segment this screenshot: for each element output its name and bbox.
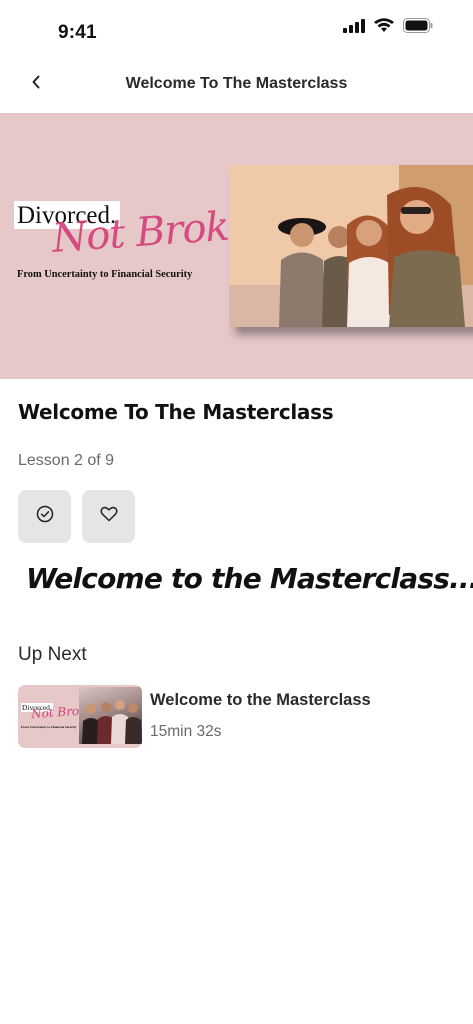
up-next-title: Welcome to the Masterclass [150,691,371,709]
battery-icon [403,18,433,38]
status-time: 9:41 [58,22,97,43]
signal-icon [343,18,365,38]
up-next-label: Up Next [18,644,87,665]
up-next-item[interactable]: Divorced. Not Broke From Uncertainty to … [18,685,458,749]
status-icons [343,18,433,38]
brand-tagline: From Uncertainty to Financial Security [17,269,193,280]
status-bar: 9:41 [0,0,473,60]
lesson-title: Welcome To The Masterclass [18,400,334,424]
thumb-photo [79,687,142,744]
check-circle-icon [36,505,54,528]
lesson-headline: Welcome to the Masterclass... [26,562,473,595]
up-next-duration: 15min 32s [150,723,222,740]
lesson-progress: Lesson 2 of 9 [18,452,115,469]
up-next-thumbnail: Divorced. Not Broke From Uncertainty to … [18,685,142,748]
heart-icon [99,506,118,527]
wifi-icon [374,18,394,38]
page-title: Welcome To The Masterclass [125,75,348,92]
hero-banner: Divorced. Not Broke From Uncertainty to … [0,113,473,379]
mark-complete-button[interactable] [18,490,71,543]
nav-header: Welcome To The Masterclass [0,60,473,112]
thumb-brand-tagline: From Uncertainty to Financial Security [21,725,77,729]
brand-logo: Divorced. Not Broke From Uncertainty to … [14,195,253,285]
favorite-button[interactable] [82,490,135,543]
hero-photo [229,165,473,327]
